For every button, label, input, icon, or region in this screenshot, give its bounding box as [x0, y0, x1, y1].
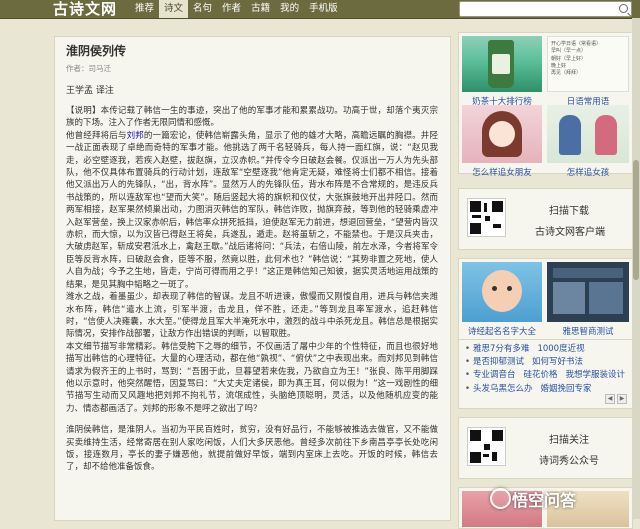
scrollbar-thumb[interactable] — [633, 160, 639, 280]
paragraph-details: 本文细节描写非常精彩。韩信受胯下之辱的细节，不仅画活了屠中少年的个性特征，而且也… — [66, 341, 438, 414]
sidebar-link[interactable]: 婚姻挽回专家 — [541, 383, 592, 396]
qr-code-icon — [467, 427, 506, 466]
ad-caption[interactable]: 诗经起名名字大全 — [462, 325, 542, 337]
ad-caption[interactable]: 怎样追女孩 — [547, 166, 629, 178]
search-box — [459, 1, 632, 21]
top-nav-bar: 古诗文网 推荐 诗文 名句 作者 古籍 我的 手机版 — [0, 0, 640, 21]
nav-classics[interactable]: 古籍 — [246, 0, 275, 18]
author-line[interactable]: 作者：司马迁 — [66, 63, 111, 74]
person-link-liubang[interactable]: 刘邦 — [127, 131, 144, 141]
ad-list-line: 早叫（早一点） — [551, 48, 587, 55]
sidebar-link[interactable]: 专业调音台 — [473, 369, 516, 382]
search-input[interactable] — [460, 7, 618, 21]
anime-girl-image — [462, 105, 542, 163]
annotator-line: 王学孟 译注 — [66, 86, 114, 96]
qr-code-icon — [467, 198, 506, 237]
nav-mine[interactable]: 我的 — [275, 0, 304, 18]
paragraph-jingxing: 他曾经拜将后与刘邦的一篇宏论，使韩信崭露头角，显示了他的雄才大略，高瞻远瞩的胸襟… — [66, 130, 438, 290]
sidebar-link[interactable]: 头发乌黑怎么办 — [473, 383, 533, 396]
paragraph-weishui: 潍水之战，着墨虽少，却表现了韩信的智谋。龙且不听进谏，傲慢而又刚愎自用，进兵与韩… — [66, 292, 438, 340]
japanese-phrases-image: 开心学日语（常看语） 早叫（早一点） 朝好（早上好） 晚上好 再见（拜拜） — [547, 36, 629, 92]
ad-tile-baby-name[interactable]: 诗经起名名字大全 — [462, 262, 542, 338]
sidebar-link[interactable]: 1000度近视 — [537, 343, 584, 356]
nav-poems[interactable]: 诗文 — [159, 0, 189, 18]
ad-tile-girlfriend[interactable]: 怎么样追女朋友 — [462, 105, 542, 178]
ad-caption[interactable]: 怎么样追女朋友 — [462, 166, 542, 178]
site-logo[interactable]: 古诗文网 — [53, 0, 117, 18]
ad-list-line: 朝好（早上好） — [551, 55, 587, 62]
sidebar-ad-mid: 诗经起名名字大全 雅思智商测试 — [458, 258, 633, 340]
qr-download-title: 扫描下载 — [549, 206, 589, 217]
ad-caption[interactable]: 雅思智商测试 — [547, 325, 629, 337]
ad-tile-japanese[interactable]: 开心学日语（常看语） 早叫（早一点） 朝好（早上好） 晚上好 再见（拜拜） 日语… — [547, 36, 629, 108]
sidebar-qr-follow: 扫描关注 诗词秀公众号 — [458, 417, 633, 479]
sidebar-link[interactable]: 是否抑郁测试 — [473, 356, 524, 369]
qr-follow-title: 扫描关注 — [549, 435, 589, 446]
section-tag: 【说明】 — [66, 106, 101, 116]
sidebar-link[interactable]: 雅思7分有多难 — [473, 343, 529, 356]
link-row: • 是否抑郁测试 如何写好书法 — [465, 356, 633, 369]
sidebar-ad-top: 奶茶十大排行榜 开心学日语（常看语） 早叫（早一点） 朝好（早上好） 晚上好 再… — [458, 32, 633, 178]
paragraph-intro: 【说明】本传记载了韩信一生的事迹，突出了他的军事才能和累累战功。功高于世，却落个… — [66, 106, 438, 129]
sidebar-link[interactable]: 我想学服装设计 — [566, 369, 626, 382]
search-icon[interactable] — [619, 4, 628, 13]
ad-tile-iq-test[interactable]: 雅思智商测试 — [547, 262, 629, 338]
watermark-text: 悟空问答 — [512, 491, 577, 510]
nav-authors[interactable]: 作者 — [217, 0, 246, 18]
iq-test-image — [547, 262, 629, 322]
sidebar-link[interactable]: 如何写好书法 — [532, 356, 583, 369]
milk-tea-image — [462, 36, 542, 92]
link-row: • 雅思7分有多难 1000度近视 — [465, 343, 633, 356]
link-row: • 专业调音台 硅花价格 我想学服装设计 — [465, 369, 633, 382]
article-title[interactable]: 淮阴侯列传 — [66, 42, 126, 59]
prev-arrow-icon[interactable]: ◀ — [605, 394, 615, 404]
watermark-logo-icon — [490, 488, 511, 509]
ad-list-line: 再见（拜拜） — [551, 70, 582, 77]
paragraph-translation: 淮阴侯韩信，是淮阴人。当初为平民百姓时，贫穷，没有好品行，不能够被推选去做官，又… — [66, 425, 438, 473]
ad-tile-date-girl[interactable]: 怎样追女孩 — [547, 105, 629, 178]
baby-photo-image — [462, 262, 542, 322]
qr-download-subtitle: 古诗文网客户端 — [535, 227, 605, 238]
sidebar-link[interactable]: 硅花价格 — [524, 369, 558, 382]
nav-recommend[interactable]: 推荐 — [130, 0, 159, 18]
main-nav: 推荐 诗文 名句 作者 古籍 我的 手机版 — [130, 0, 343, 18]
ad-tile-milk-tea[interactable]: 奶茶十大排行榜 — [462, 36, 542, 108]
nav-mobile[interactable]: 手机版 — [304, 0, 343, 18]
sidebar-link-list: • 雅思7分有多难 1000度近视 • 是否抑郁测试 如何写好书法 • 专业调音台 硅花价格… — [458, 339, 633, 409]
couple-cartoon-image — [547, 105, 629, 163]
article-body: 【说明】本传记载了韩信一生的事迹，突出了他的军事才能和累累战功。功高于世，却落个… — [66, 105, 438, 474]
sidebar-qr-download: 扫描下载 古诗文网客户端 — [458, 188, 633, 250]
qr-follow-subtitle: 诗词秀公众号 — [539, 456, 599, 467]
nav-famous-lines[interactable]: 名句 — [188, 0, 217, 18]
article-panel: 淮阴侯列传 作者：司马迁 王学孟 译注 【说明】本传记载了韩信一生的事迹，突出了… — [54, 36, 451, 521]
next-arrow-icon[interactable]: ▶ — [617, 394, 627, 404]
